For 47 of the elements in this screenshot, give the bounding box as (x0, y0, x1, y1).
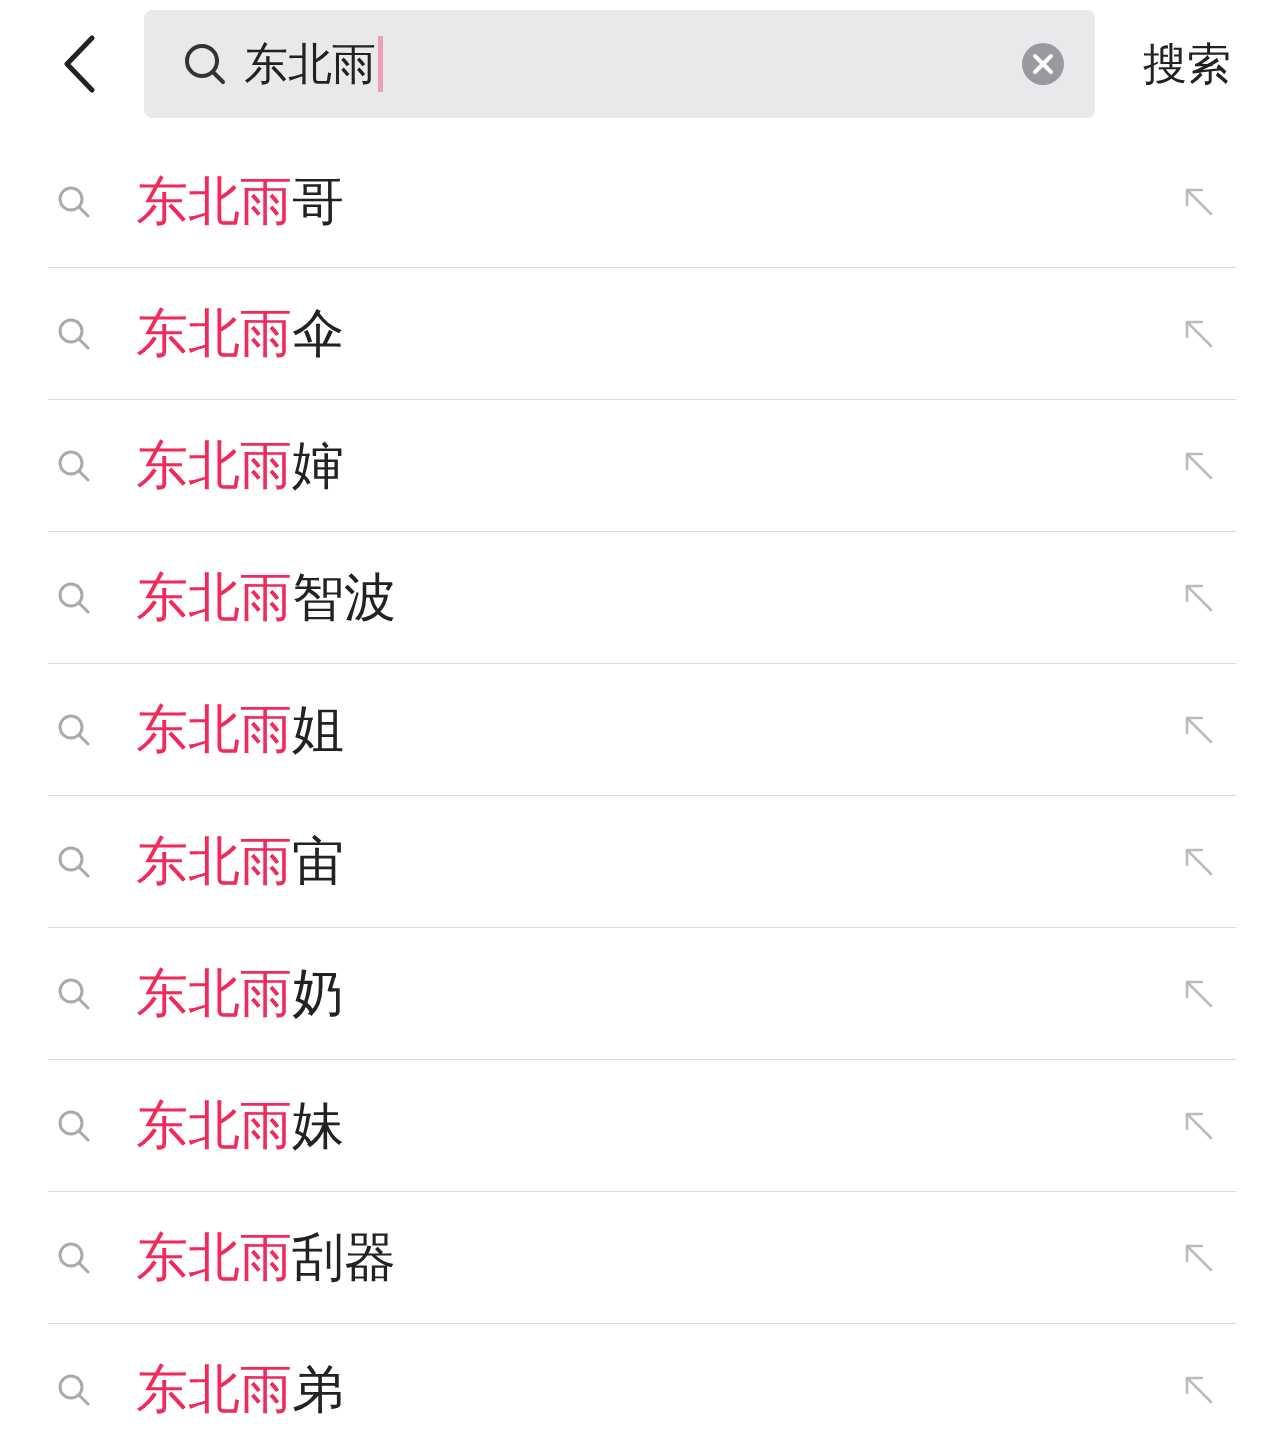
suggestion-item[interactable]: 东北雨伞 (48, 268, 1236, 400)
clear-icon[interactable] (1021, 42, 1065, 86)
fill-in-arrow-icon[interactable] (1184, 582, 1214, 613)
fill-in-arrow-icon[interactable] (1184, 450, 1214, 481)
suggestion-text: 东北雨弟 (136, 1357, 345, 1421)
search-icon (184, 43, 226, 85)
suggestion-item[interactable]: 东北雨姐 (48, 664, 1236, 796)
search-value: 东北雨 (244, 36, 376, 91)
suggestion-text: 东北雨妹 (136, 1093, 345, 1157)
search-icon (58, 1109, 90, 1142)
search-icon (58, 845, 90, 878)
suggestion-item[interactable]: 东北雨刮器 (48, 1192, 1236, 1324)
suggestion-text: 东北雨宙 (136, 829, 345, 893)
fill-in-arrow-icon[interactable] (1184, 318, 1214, 349)
suggestion-text: 东北雨刮器 (136, 1225, 397, 1289)
fill-in-arrow-icon[interactable] (1184, 186, 1214, 217)
fill-in-arrow-icon[interactable] (1184, 714, 1214, 745)
search-icon (58, 581, 90, 614)
fill-in-arrow-icon[interactable] (1184, 1242, 1214, 1273)
suggestion-item[interactable]: 东北雨弟 (48, 1324, 1236, 1441)
suggestion-text: 东北雨婶 (136, 433, 345, 497)
search-field[interactable]: 东北雨 (144, 10, 1095, 118)
search-icon (58, 449, 90, 482)
search-icon (58, 1241, 90, 1274)
suggestion-item[interactable]: 东北雨智波 (48, 532, 1236, 664)
suggestion-item[interactable]: 东北雨妹 (48, 1060, 1236, 1192)
text-cursor (378, 36, 383, 92)
search-icon (58, 1373, 90, 1406)
fill-in-arrow-icon[interactable] (1184, 1374, 1214, 1405)
suggestion-text: 东北雨姐 (136, 697, 345, 761)
suggestion-item[interactable]: 东北雨哥 (48, 136, 1236, 268)
search-icon (58, 185, 90, 218)
suggestion-text: 东北雨伞 (136, 301, 345, 365)
suggestion-text: 东北雨智波 (136, 565, 397, 629)
suggestion-item[interactable]: 东北雨奶 (48, 928, 1236, 1060)
search-button[interactable]: 搜索 (1143, 34, 1231, 94)
suggestion-item[interactable]: 东北雨婶 (48, 400, 1236, 532)
fill-in-arrow-icon[interactable] (1184, 1110, 1214, 1141)
suggestion-text: 东北雨奶 (136, 961, 345, 1025)
fill-in-arrow-icon[interactable] (1184, 846, 1214, 877)
search-icon (58, 713, 90, 746)
fill-in-arrow-icon[interactable] (1184, 978, 1214, 1009)
search-icon (58, 317, 90, 350)
search-icon (58, 977, 90, 1010)
suggestion-item[interactable]: 东北雨宙 (48, 796, 1236, 928)
suggestion-text: 东北雨哥 (136, 169, 345, 233)
back-icon[interactable] (62, 35, 96, 93)
